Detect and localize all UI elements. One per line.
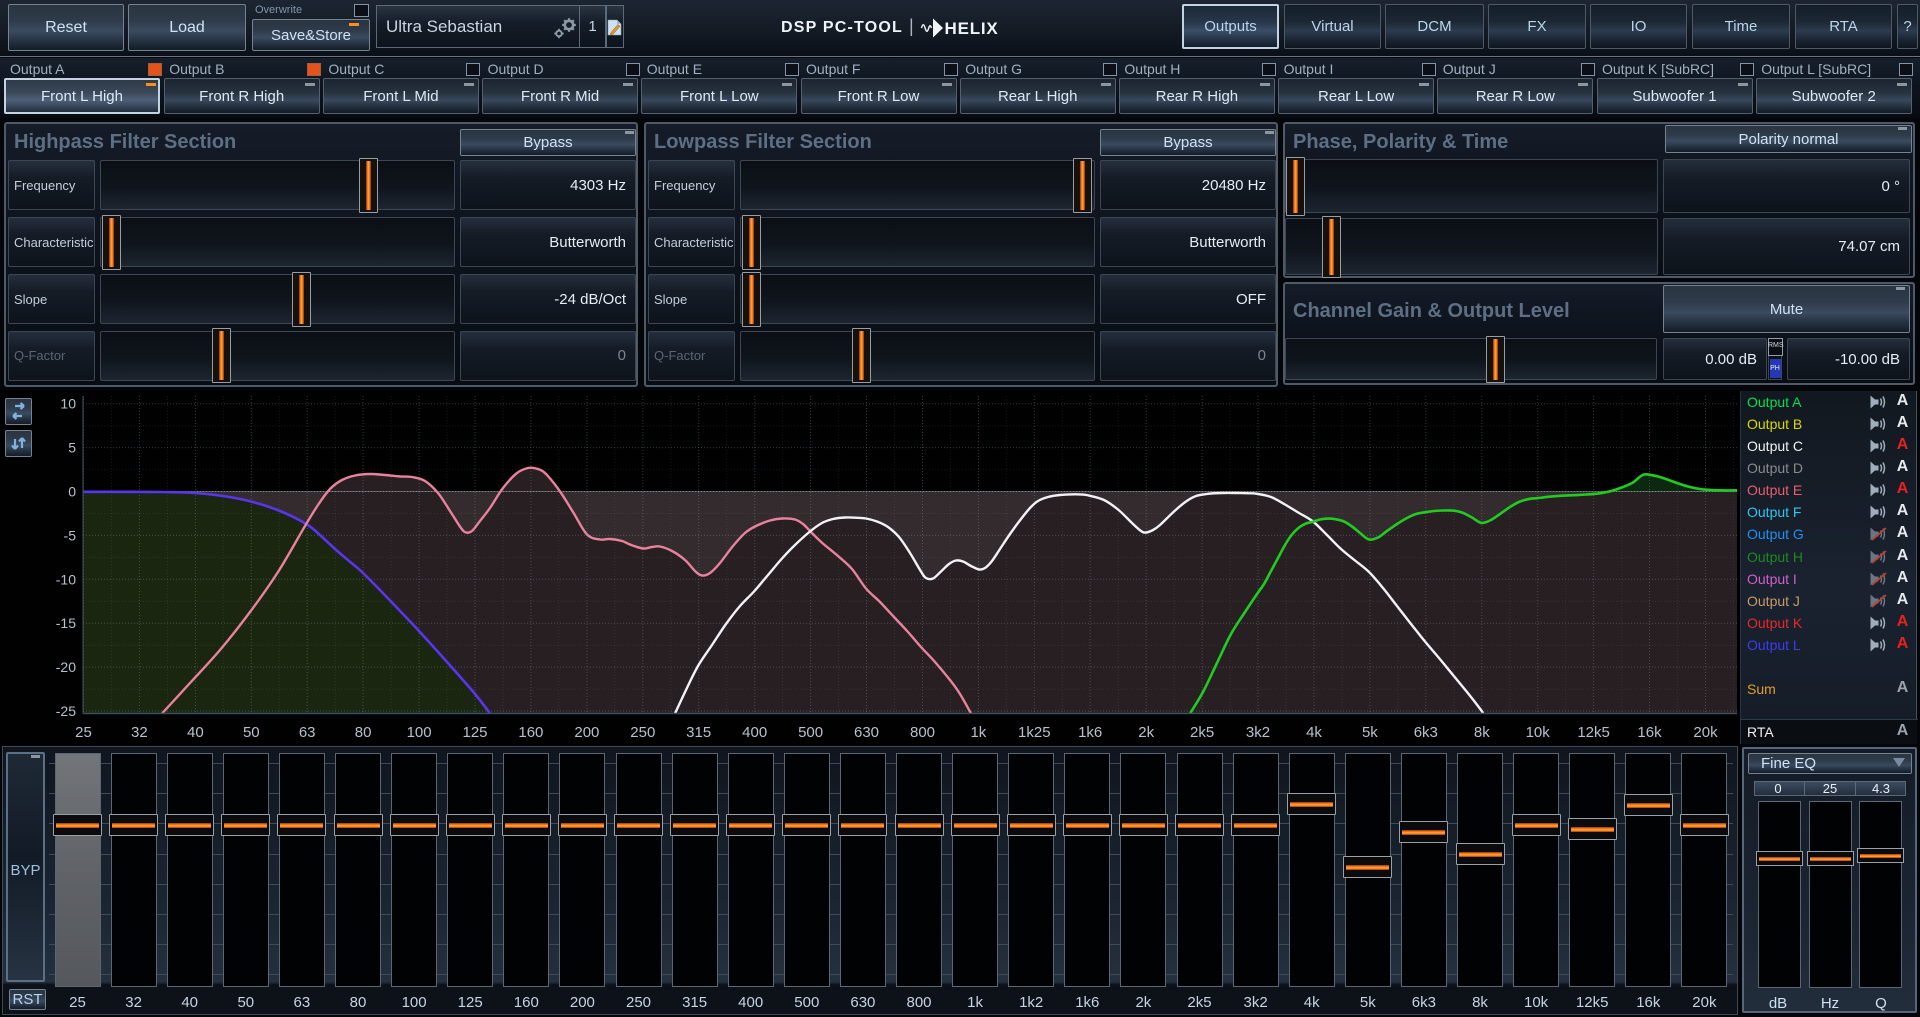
svg-text:20k: 20k	[1693, 724, 1718, 741]
svg-text:25: 25	[75, 724, 92, 741]
svg-text:250: 250	[630, 724, 655, 741]
svg-text:630: 630	[854, 724, 879, 741]
svg-text:5: 5	[68, 440, 76, 456]
svg-text:3k2: 3k2	[1246, 724, 1270, 741]
svg-text:10k: 10k	[1526, 724, 1551, 741]
svg-text:32: 32	[131, 724, 148, 741]
svg-text:2k5: 2k5	[1190, 724, 1214, 741]
svg-text:400: 400	[742, 724, 767, 741]
svg-text:160: 160	[518, 724, 543, 741]
svg-text:800: 800	[910, 724, 935, 741]
svg-text:0: 0	[68, 484, 76, 500]
svg-text:1k6: 1k6	[1078, 724, 1102, 741]
svg-text:6k3: 6k3	[1414, 724, 1438, 741]
svg-text:1k: 1k	[970, 724, 986, 741]
svg-text:2k: 2k	[1138, 724, 1154, 741]
svg-text:125: 125	[462, 724, 487, 741]
svg-text:16k: 16k	[1637, 724, 1662, 741]
svg-text:-15: -15	[56, 615, 76, 631]
svg-text:8k: 8k	[1474, 724, 1490, 741]
svg-text:-20: -20	[56, 659, 76, 675]
svg-text:4k: 4k	[1306, 724, 1322, 741]
svg-text:12k5: 12k5	[1577, 724, 1610, 741]
svg-text:5k: 5k	[1362, 724, 1378, 741]
svg-text:-10: -10	[56, 571, 76, 587]
svg-text:100: 100	[407, 724, 432, 741]
svg-text:63: 63	[299, 724, 316, 741]
svg-text:50: 50	[243, 724, 260, 741]
svg-text:200: 200	[574, 724, 599, 741]
svg-text:-25: -25	[56, 703, 76, 719]
svg-text:315: 315	[686, 724, 711, 741]
svg-text:HELIX: HELIX	[945, 19, 999, 38]
svg-text:500: 500	[798, 724, 823, 741]
svg-text:40: 40	[187, 724, 204, 741]
svg-text:1k25: 1k25	[1018, 724, 1051, 741]
svg-text:-5: -5	[64, 527, 77, 543]
svg-text:10: 10	[60, 396, 76, 412]
svg-text:80: 80	[355, 724, 372, 741]
